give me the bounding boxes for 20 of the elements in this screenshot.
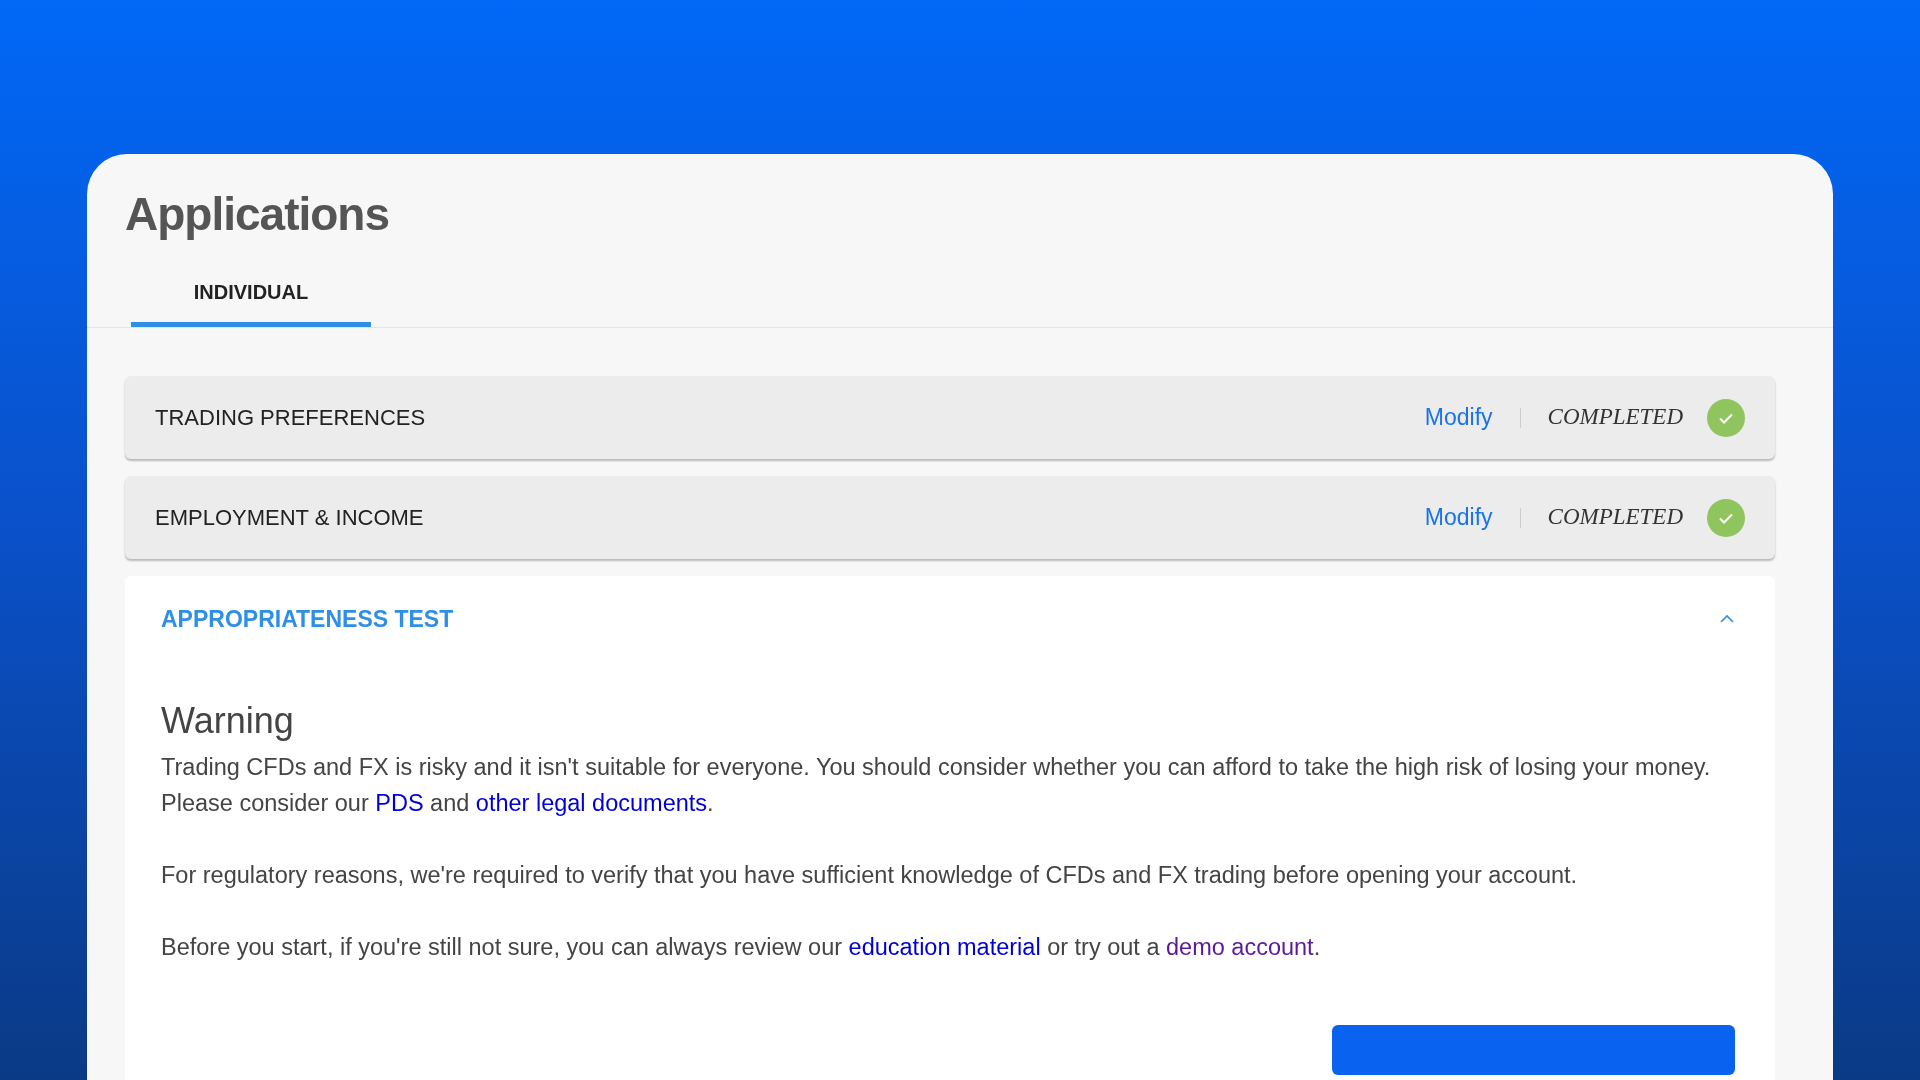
warning-paragraph: Trading CFDs and FX is risky and it isn't suitable for everyone. You should consider whether you can afford to take the high risk of losing your money. Please consider our PDS and other legal documents. [161,752,1712,818]
modify-link[interactable]: Modify [1424,500,1493,535]
tab[interactable]: INDIVIDUAL [131,262,371,327]
warning-paragraph: For regulatory reasons, we're required to verify that you have sufficient knowledge of CFDs and FX trading before opening your account. [161,860,1579,890]
warning-heading: Warning [161,698,294,743]
section-header[interactable]: TRADING PREFERENCES Modify COMPLETED [125,376,1775,459]
section-header[interactable]: EMPLOYMENT & INCOME Modify COMPLETED [125,476,1775,559]
warning-paragraph: Before you start, if you're still not sure, you can always review our education material or try out a demo account. [161,932,1322,962]
page-title: Applications [125,187,390,242]
section-title: TRADING PREFERENCES [155,404,427,432]
primary-button[interactable] [1332,1024,1735,1075]
text-link[interactable]: education material [848,933,1041,960]
section-title: EMPLOYMENT & INCOME [155,504,425,532]
status-label: COMPLETED [1547,403,1683,432]
text-link[interactable]: demo account [1166,933,1314,960]
status-label: COMPLETED [1547,503,1683,532]
modify-link[interactable]: Modify [1424,400,1493,435]
chevron-up-icon[interactable] [1719,614,1735,625]
text-link[interactable]: other legal documents [475,789,708,816]
text-link[interactable]: PDS [375,789,424,816]
